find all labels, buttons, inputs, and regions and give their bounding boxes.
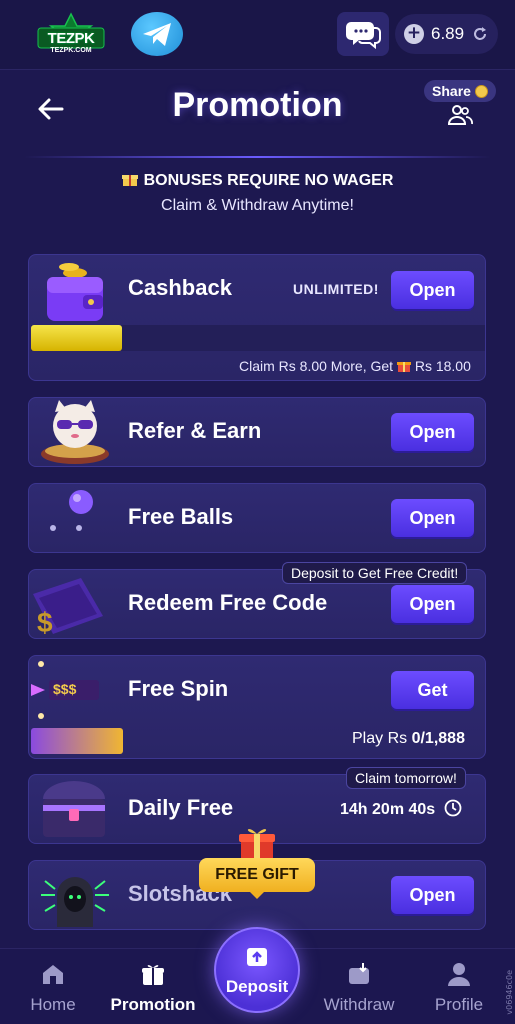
refresh-icon[interactable] xyxy=(471,25,489,43)
svg-text:$: $ xyxy=(37,607,53,638)
telegram-icon xyxy=(143,23,171,46)
chat-button[interactable] xyxy=(337,12,389,56)
unlimited-badge: UNLIMITED! xyxy=(293,281,379,297)
home-icon xyxy=(43,965,63,984)
gift-icon xyxy=(121,175,138,186)
daily-timer-text: 14h 20m 40s xyxy=(340,801,436,818)
hacker-icon xyxy=(41,877,109,927)
cashback-claim-prefix: Claim Rs 8.00 More, Get xyxy=(239,358,394,374)
clock-icon xyxy=(444,799,462,817)
nav-promotion-label: Promotion xyxy=(110,995,196,1014)
ticket-icon: $ xyxy=(33,578,103,638)
profile-icon xyxy=(448,963,470,986)
logo-text: TEZPK xyxy=(47,30,95,47)
free-balls-title: Free Balls xyxy=(128,504,234,529)
spin-sign-text: $$$ xyxy=(53,681,77,697)
coin-icon xyxy=(474,84,488,98)
balls-icon xyxy=(50,490,93,531)
logo-subtext: TEZPK.COM xyxy=(50,47,92,54)
gift-icon xyxy=(142,965,164,985)
claim-tomorrow-tag: Claim tomorrow! xyxy=(346,767,466,789)
cashback-claim-reward: Rs 18.00 xyxy=(414,358,471,374)
free-spin-get-button[interactable]: Get xyxy=(391,671,474,709)
deposit-icon xyxy=(247,948,267,966)
nav-withdraw-label: Withdraw xyxy=(323,995,395,1014)
redeem-code-title: Redeem Free Code xyxy=(128,590,328,615)
add-funds-icon[interactable]: + xyxy=(404,24,424,44)
slotshack-open-button[interactable]: Open xyxy=(391,876,474,914)
users-icon[interactable] xyxy=(447,104,473,126)
bonus-notice-title: BONUSES REQUIRE NO WAGER xyxy=(0,171,515,190)
telegram-button[interactable] xyxy=(131,12,183,56)
tezpk-logo[interactable]: TEZPK TEZPK.COM xyxy=(36,12,106,56)
refer-earn-open-button[interactable]: Open xyxy=(391,413,474,451)
deposit-button[interactable]: Deposit xyxy=(214,927,300,1013)
balance-amount: 6.89 xyxy=(431,24,465,43)
lucky-cat-icon xyxy=(41,400,109,464)
nav-profile-label: Profile xyxy=(434,995,484,1014)
treasure-chest-icon xyxy=(43,781,105,837)
share-label: Share xyxy=(432,83,471,99)
spin-progress-fill xyxy=(31,728,123,754)
free-gift-badge[interactable]: FREE GIFT xyxy=(199,858,315,899)
spin-progress-track xyxy=(31,728,123,754)
bonus-notice-subtitle: Claim & Withdraw Anytime! xyxy=(161,197,354,214)
nav-home[interactable]: Home xyxy=(3,961,103,1015)
gift-icon xyxy=(396,362,411,372)
page-header: Promotion Share xyxy=(0,72,515,152)
wallet-icon xyxy=(47,263,103,321)
version-mark: v06946c0e xyxy=(505,970,514,1015)
chat-icon xyxy=(346,22,381,50)
spin-play-value: 0/1,888 xyxy=(411,730,465,747)
cashback-open-button[interactable]: Open xyxy=(391,271,474,309)
nav-home-label: Home xyxy=(30,995,76,1014)
nav-promotion[interactable]: Promotion xyxy=(103,961,203,1015)
top-bar: TEZPK TEZPK.COM + 6.89 xyxy=(0,0,515,70)
cashback-progress-fill xyxy=(31,325,122,351)
withdraw-icon xyxy=(349,963,369,984)
free-balls-card: Free Balls Open xyxy=(28,483,486,553)
refer-earn-card: Refer & Earn Open xyxy=(28,397,486,467)
daily-timer: 14h 20m 40s xyxy=(340,799,462,819)
spin-play-requirement: Play Rs 0/1,888 xyxy=(352,730,465,748)
bonus-notice-text: BONUSES REQUIRE NO WAGER xyxy=(143,172,394,189)
cashback-claim-text: Claim Rs 8.00 More, Get Rs 18.00 xyxy=(239,358,471,374)
redeem-code-open-button[interactable]: Open xyxy=(391,585,474,623)
daily-free-title: Daily Free xyxy=(128,795,234,820)
nav-withdraw[interactable]: Withdraw xyxy=(309,961,409,1015)
deposit-credit-tag: Deposit to Get Free Credit! xyxy=(282,562,468,584)
spin-play-prefix: Play Rs xyxy=(352,730,408,747)
free-spin-card: $$$ Free Spin Get Play Rs 0/1,888 xyxy=(28,655,486,759)
share-button[interactable]: Share xyxy=(424,80,496,102)
cashback-title: Cashback xyxy=(128,275,232,300)
free-spin-title: Free Spin xyxy=(128,676,229,701)
cashback-progress-track xyxy=(31,325,485,351)
header-divider xyxy=(24,156,491,158)
cashback-card: Cashback UNLIMITED! Open Claim Rs 8.00 M… xyxy=(28,254,486,381)
nav-profile[interactable]: Profile xyxy=(409,961,509,1015)
refer-earn-title: Refer & Earn xyxy=(128,418,262,443)
free-balls-open-button[interactable]: Open xyxy=(391,499,474,537)
balance-pill[interactable]: + 6.89 xyxy=(395,14,498,54)
deposit-label: Deposit xyxy=(225,977,289,996)
